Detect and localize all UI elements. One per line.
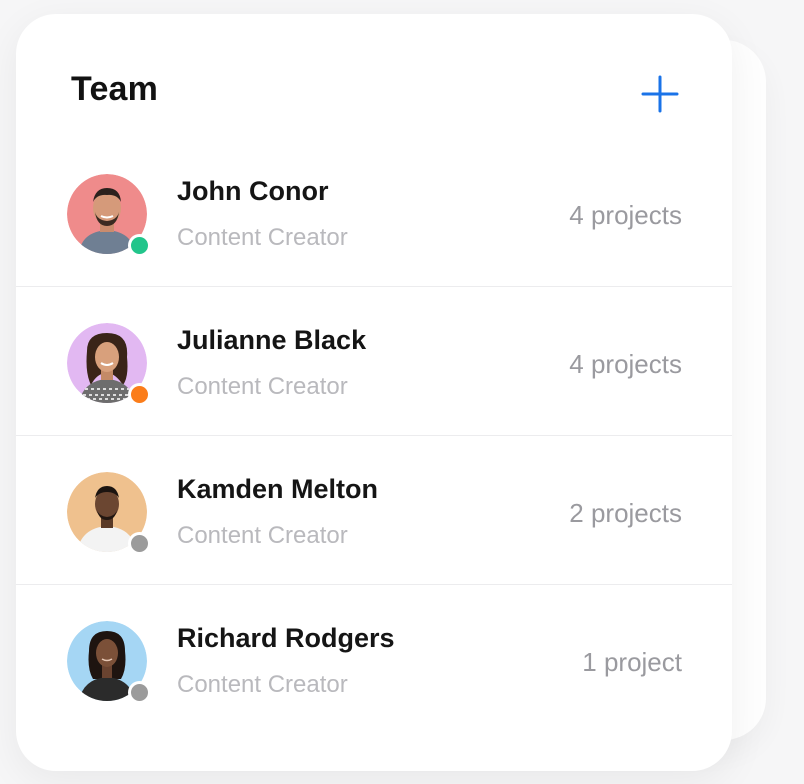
member-role: Content Creator <box>177 522 348 549</box>
team-member-row[interactable]: John Conor Content Creator 4 projects <box>16 138 732 287</box>
status-away-indicator <box>128 383 151 406</box>
avatar[interactable] <box>67 323 151 406</box>
member-project-count: 2 projects <box>569 498 682 528</box>
avatar[interactable] <box>67 472 151 555</box>
member-project-count: 4 projects <box>569 200 682 230</box>
team-member-row[interactable]: Kamden Melton Content Creator 2 projects <box>16 436 732 585</box>
team-card: Team John Conor Content Creator 4 projec… <box>16 14 732 771</box>
member-name: Kamden Melton <box>177 474 379 504</box>
card-title: Team <box>71 70 159 108</box>
add-member-button[interactable] <box>637 71 683 117</box>
team-member-list: John Conor Content Creator 4 projects Ju… <box>16 138 732 733</box>
avatar[interactable] <box>67 621 151 704</box>
team-member-row[interactable]: Julianne Black Content Creator 4 project… <box>16 287 732 436</box>
avatar[interactable] <box>67 174 151 257</box>
member-name: Julianne Black <box>177 325 367 355</box>
member-name: Richard Rodgers <box>177 623 395 653</box>
plus-icon <box>641 75 679 113</box>
status-online-indicator <box>128 234 151 257</box>
member-role: Content Creator <box>177 373 348 400</box>
status-offline-indicator <box>128 532 151 555</box>
member-role: Content Creator <box>177 671 348 698</box>
status-offline-indicator <box>128 681 151 704</box>
team-member-row[interactable]: Richard Rodgers Content Creator 1 projec… <box>16 585 732 733</box>
member-name: John Conor <box>177 176 329 206</box>
member-project-count: 4 projects <box>569 349 682 379</box>
member-project-count: 1 project <box>582 647 682 677</box>
member-role: Content Creator <box>177 224 348 251</box>
